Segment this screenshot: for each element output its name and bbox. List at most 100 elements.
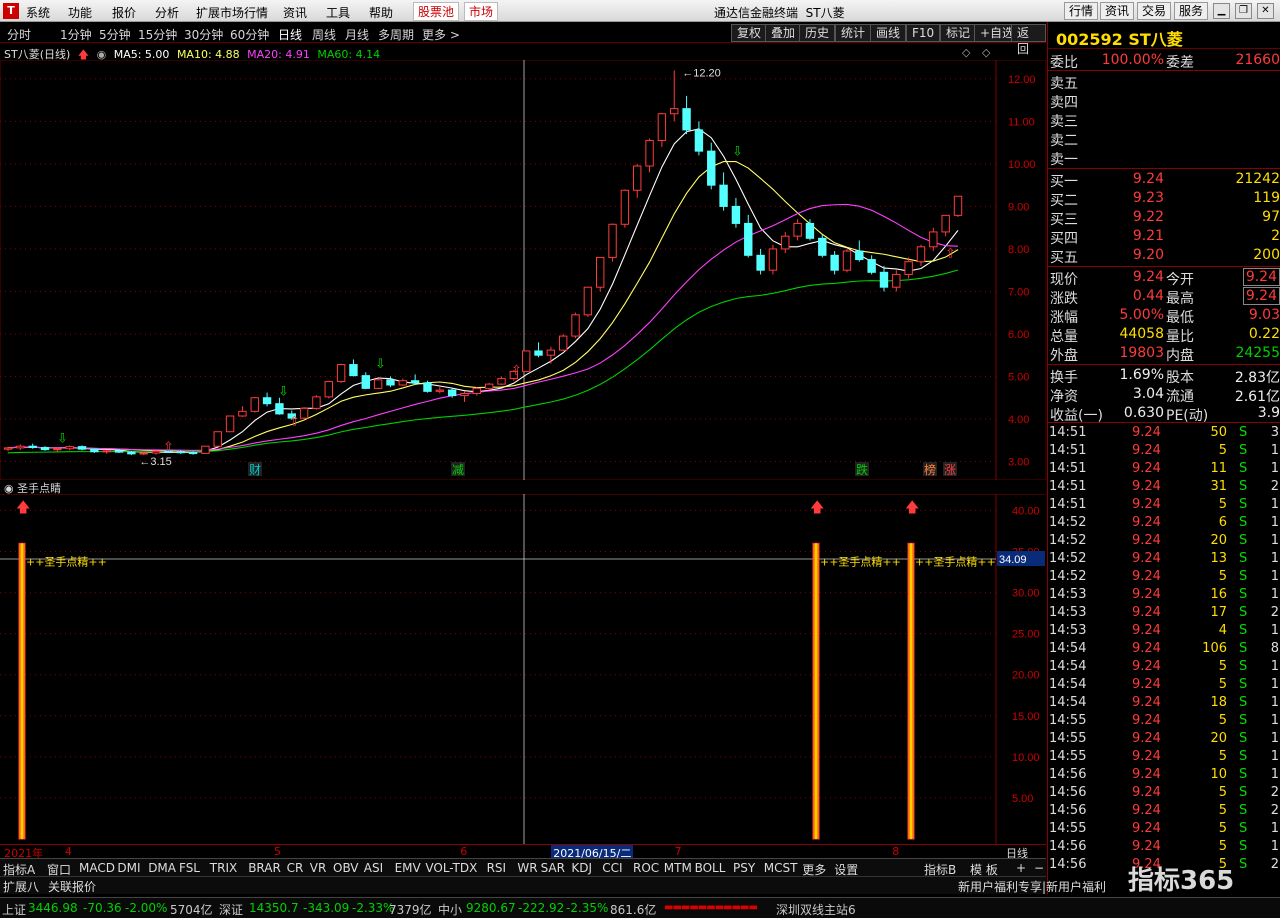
period-monthly[interactable]: 月线 xyxy=(345,26,369,43)
period-weekly[interactable]: 周线 xyxy=(312,26,336,43)
indicator-tab[interactable]: VR xyxy=(310,861,327,875)
indicator-tab[interactable]: CCI xyxy=(602,861,622,875)
indicator-tab[interactable]: MACD xyxy=(79,861,115,875)
period-daily[interactable]: 日线 xyxy=(278,26,302,43)
period-60min[interactable]: 60分钟 xyxy=(230,26,269,43)
tick-volume: 31 xyxy=(1210,479,1227,494)
ext-tab[interactable]: 扩展八 xyxy=(3,878,39,895)
menu-ext-market[interactable]: 扩展市场行情 xyxy=(196,4,268,21)
mark-button[interactable]: 标记 xyxy=(940,24,977,42)
stat-label: 总量 xyxy=(1050,329,1078,345)
bid-row[interactable]: 买一 9.24 21242 xyxy=(1048,170,1280,190)
indicator-tab[interactable]: BRAR xyxy=(248,861,281,875)
indicator-tab[interactable]: MTM xyxy=(664,861,692,875)
period-5min[interactable]: 5分钟 xyxy=(99,26,131,43)
diamond-icon[interactable]: ◇ xyxy=(962,46,970,59)
price-tick-label: 5.00 xyxy=(1008,371,1029,383)
top-button-trade[interactable]: 交易 xyxy=(1137,2,1172,20)
ask-row[interactable]: 卖二 xyxy=(1048,129,1280,149)
ask-row[interactable]: 卖一 xyxy=(1048,148,1280,168)
candle xyxy=(16,444,25,451)
indicator-tab[interactable]: VOL-TDX xyxy=(425,861,477,875)
index-zx-pct: -2.35% xyxy=(566,901,609,915)
indicator-tab[interactable]: FSL xyxy=(179,861,200,875)
indicator-tab[interactable]: KDJ xyxy=(571,861,592,875)
menu-help[interactable]: 帮助 xyxy=(369,4,393,21)
adjust-button[interactable]: 复权 xyxy=(731,24,768,42)
tick-volume: 5 xyxy=(1218,677,1227,692)
period-more[interactable]: 更多 > xyxy=(422,26,460,43)
draw-button[interactable]: 画线 xyxy=(870,24,907,42)
period-multi[interactable]: 多周期 xyxy=(378,26,414,43)
menu-analysis[interactable]: 分析 xyxy=(155,4,179,21)
menu-stock-pool[interactable]: 股票池 xyxy=(413,2,460,21)
period-timeshare[interactable]: 分时 xyxy=(7,26,31,43)
tick-volume: 5 xyxy=(1218,659,1227,674)
ask-row[interactable]: 卖三 xyxy=(1048,110,1280,130)
period-15min[interactable]: 15分钟 xyxy=(138,26,177,43)
candlestick-chart[interactable]: 12.00 11.00 10.00 9.00 8.00 7.00 6.00 5.00 4.00 3… xyxy=(0,60,1046,480)
top-button-market[interactable]: 行情 xyxy=(1064,2,1099,20)
period-1min[interactable]: 1分钟 xyxy=(60,26,92,43)
history-button[interactable]: 历史 xyxy=(799,24,836,42)
indicator-tab[interactable]: WR xyxy=(517,861,537,875)
bid-row[interactable]: 买二 9.23 119 xyxy=(1048,189,1280,209)
indicator-tab[interactable]: BOLL xyxy=(695,861,726,875)
indicator-tab[interactable]: EMV xyxy=(395,861,421,875)
indicator-tab[interactable]: PSY xyxy=(733,861,755,875)
stats-button[interactable]: 统计 xyxy=(835,24,872,42)
candle-body xyxy=(225,415,235,433)
indicator-tab[interactable]: TRIX xyxy=(210,861,237,875)
ask-row[interactable]: 卖四 xyxy=(1048,91,1280,111)
candle xyxy=(534,342,543,358)
period-30min[interactable]: 30分钟 xyxy=(184,26,223,43)
tick-time: 14:52 xyxy=(1049,551,1087,566)
indicator-tab[interactable]: RSI xyxy=(487,861,507,875)
bid-row[interactable]: 买五 9.20 200 xyxy=(1048,246,1280,266)
tick-volume: 18 xyxy=(1210,695,1227,710)
indicator-tab[interactable]: DMA xyxy=(148,861,176,875)
date-axis: 2021年 4 5 6 2021/06/15/二 7 8 日线 xyxy=(0,844,1046,861)
expand-icon[interactable]: ◇ xyxy=(982,46,990,59)
indicator-tab[interactable]: MCST xyxy=(764,861,798,875)
indicator-tab[interactable]: OBV xyxy=(333,861,359,875)
candle-body xyxy=(139,452,148,455)
back-button[interactable]: 返回 xyxy=(1011,24,1046,56)
menu-function[interactable]: 功能 xyxy=(68,4,92,21)
ask-row[interactable]: 卖五 xyxy=(1048,72,1280,92)
top-button-news[interactable]: 资讯 xyxy=(1100,2,1135,20)
candle xyxy=(28,443,37,449)
menu-info[interactable]: 资讯 xyxy=(283,4,307,21)
indicator-tab[interactable]: ROC xyxy=(633,861,659,875)
related-quote-tab[interactable]: 关联报价 xyxy=(48,878,96,895)
overlay-button[interactable]: 叠加 xyxy=(765,24,802,42)
indicator-right-tab[interactable]: + xyxy=(1016,861,1026,875)
bid-row[interactable]: 买三 9.22 97 xyxy=(1048,208,1280,228)
server-name[interactable]: 深圳双线主站6 xyxy=(776,901,856,918)
tick-volume: 5 xyxy=(1218,443,1227,458)
indicator-right-tab[interactable]: − xyxy=(1034,861,1044,875)
minimize-icon[interactable]: ▁ xyxy=(1213,3,1230,19)
menu-system[interactable]: 系统 xyxy=(26,4,50,21)
indicator-tab[interactable]: CR xyxy=(287,861,304,875)
menu-tools[interactable]: 工具 xyxy=(326,4,350,21)
close-icon[interactable]: ✕ xyxy=(1257,3,1274,19)
top-button-service[interactable]: 服务 xyxy=(1174,2,1209,20)
menu-market[interactable]: 市场 xyxy=(464,2,499,21)
indicator-tab[interactable]: DMI xyxy=(117,861,140,875)
indicator-tab[interactable]: SAR xyxy=(541,861,565,875)
menu-quote[interactable]: 报价 xyxy=(112,4,136,21)
tick-side: S xyxy=(1239,569,1248,584)
sub-indicator-chart[interactable]: 40.0035.0030.0025.0020.0015.0010.005.003… xyxy=(0,494,1046,844)
tick-row: 14:52 9.24 5 S 1 xyxy=(1048,568,1280,586)
candle xyxy=(892,270,901,292)
f10-button[interactable]: F10 xyxy=(906,24,941,42)
restore-icon[interactable]: ❐ xyxy=(1235,3,1252,19)
indicator-tab[interactable]: ASI xyxy=(364,861,383,875)
candle-body xyxy=(3,447,13,450)
tick-row: 14:56 9.24 10 S 1 xyxy=(1048,766,1280,784)
candle-body xyxy=(953,195,963,216)
candle xyxy=(558,333,568,351)
bid-row[interactable]: 买四 9.21 2 xyxy=(1048,227,1280,247)
candle-body xyxy=(645,140,654,167)
